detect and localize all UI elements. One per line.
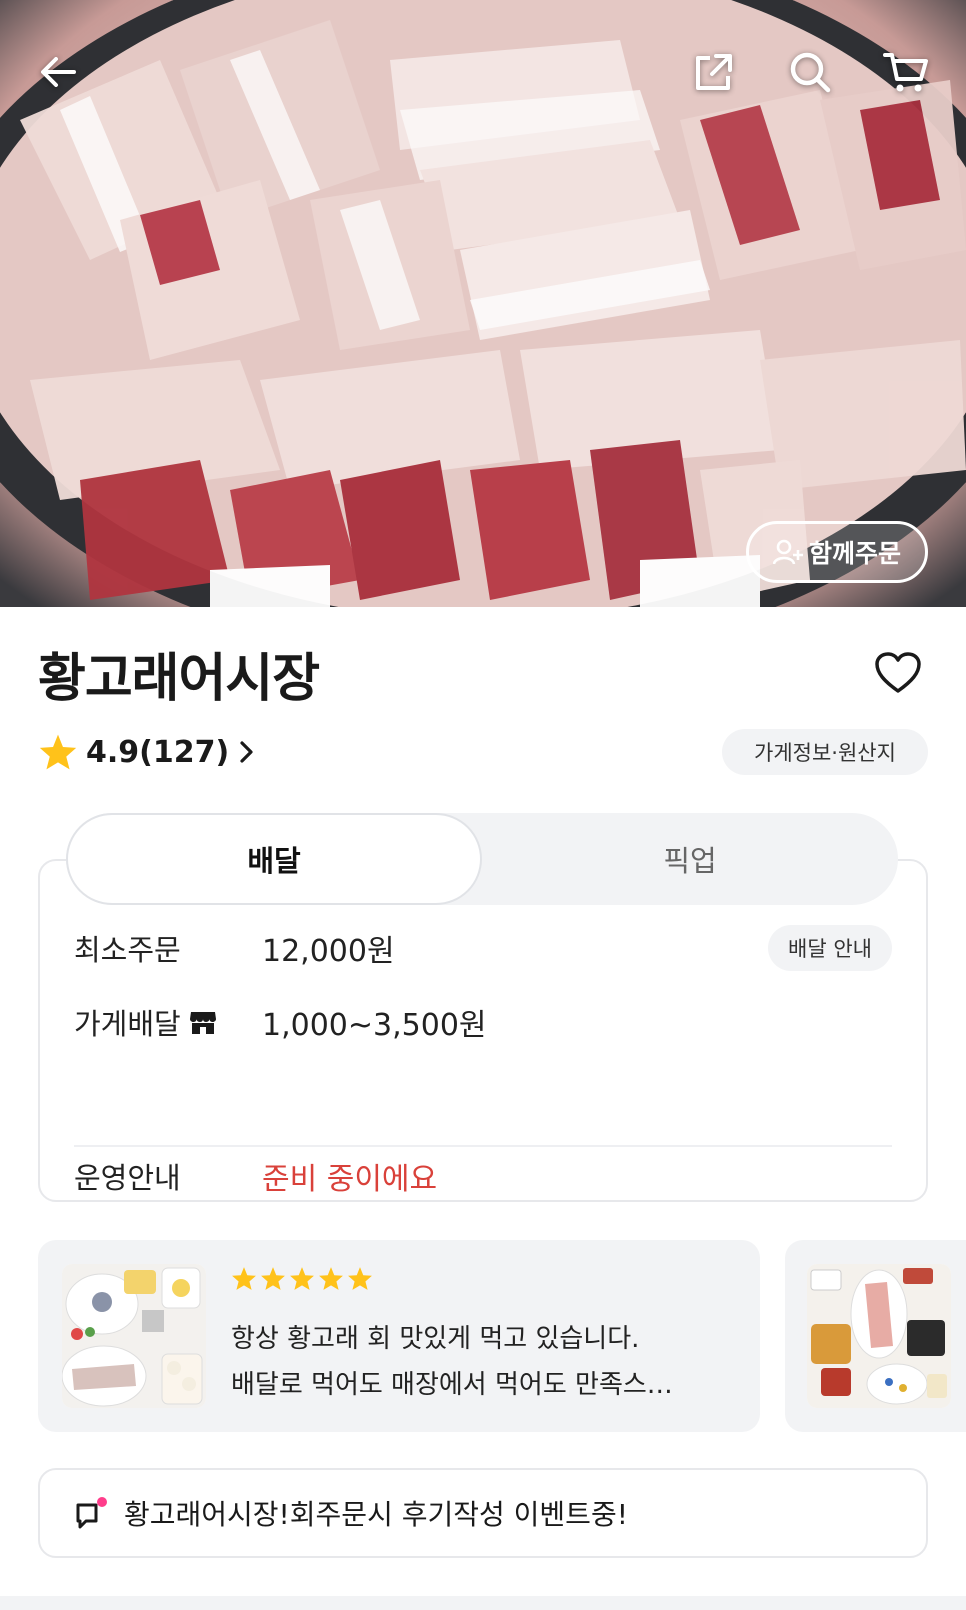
star-icon bbox=[39, 734, 77, 770]
search-icon bbox=[790, 52, 831, 93]
rating-link[interactable]: 4.9(127) bbox=[38, 728, 257, 776]
favorite-button[interactable] bbox=[870, 645, 926, 701]
review-text: 항상 황고래 회 맛있게 먹고 있습니다. 배달로 먹어도 매장에서 먹어도 만… bbox=[231, 1316, 731, 1408]
star-icon bbox=[319, 1267, 343, 1290]
review-photo bbox=[807, 1264, 951, 1408]
delivery-fee-label: 가게배달 bbox=[74, 1007, 181, 1041]
store-name: 황고래어시장 bbox=[38, 649, 320, 709]
min-order-label: 최소주문 bbox=[74, 933, 181, 967]
search-button[interactable] bbox=[782, 44, 838, 100]
operation-row: 운영안내 준비 중이에요 bbox=[74, 1151, 892, 1201]
review-line-2: 배달로 먹어도 매장에서 먹어도 만족스… bbox=[231, 1370, 673, 1400]
share-button[interactable] bbox=[686, 44, 742, 100]
delivery-fee-value: 1,000~3,500원 bbox=[262, 1008, 487, 1043]
store-page: 함께주문 황고래어시장 4.9(127) 가게정보·원산지 최소주문 12,00… bbox=[0, 0, 966, 1610]
hero-image: 함께주문 bbox=[0, 0, 966, 607]
group-order-button[interactable]: 함께주문 bbox=[746, 521, 928, 583]
back-arrow-icon bbox=[41, 57, 76, 87]
delivery-info-card: 최소주문 12,000원 배달 안내 가게배달 1,000~3,500원 운영안… bbox=[38, 859, 928, 1202]
star-icon bbox=[232, 1267, 256, 1290]
review-card-next[interactable] bbox=[785, 1240, 966, 1432]
order-type-tabs: 배달 픽업 bbox=[66, 813, 898, 905]
chevron-right-icon bbox=[240, 741, 253, 763]
star-icon bbox=[261, 1267, 285, 1290]
cart-button[interactable] bbox=[878, 44, 934, 100]
rating-value: 4.9(127) bbox=[86, 734, 230, 770]
review-photo bbox=[62, 1264, 206, 1408]
tab-pickup[interactable]: 픽업 bbox=[482, 813, 898, 905]
delivery-guide-button[interactable]: 배달 안내 bbox=[768, 925, 892, 971]
section-separator bbox=[0, 1596, 966, 1610]
delivery-fee-label-wrap: 가게배달 bbox=[74, 1001, 262, 1043]
megaphone-icon bbox=[76, 1497, 107, 1529]
heart-icon bbox=[875, 652, 921, 693]
add-person-icon bbox=[772, 539, 803, 565]
operation-label: 운영안내 bbox=[74, 1161, 181, 1195]
card-divider bbox=[74, 1145, 892, 1147]
min-order-row: 최소주문 12,000원 배달 안내 bbox=[74, 923, 892, 973]
review-stars bbox=[231, 1266, 373, 1291]
tab-delivery[interactable]: 배달 bbox=[66, 813, 482, 905]
cart-icon bbox=[883, 53, 928, 92]
star-icon bbox=[290, 1267, 314, 1290]
back-button[interactable] bbox=[30, 44, 86, 100]
min-order-value: 12,000원 bbox=[262, 934, 395, 969]
store-info-button[interactable]: 가게정보·원산지 bbox=[722, 729, 928, 775]
notice-banner[interactable]: 황고래어시장!회주문시 후기작성 이벤트중! bbox=[38, 1468, 928, 1558]
review-card[interactable]: 항상 황고래 회 맛있게 먹고 있습니다. 배달로 먹어도 매장에서 먹어도 만… bbox=[38, 1240, 760, 1432]
star-icon bbox=[348, 1267, 372, 1290]
notice-text: 황고래어시장!회주문시 후기작성 이벤트중! bbox=[124, 1498, 628, 1531]
group-order-label: 함께주문 bbox=[808, 539, 901, 568]
store-icon bbox=[189, 1012, 216, 1034]
delivery-fee-row: 가게배달 1,000~3,500원 bbox=[74, 997, 892, 1047]
operation-status: 준비 중이에요 bbox=[262, 1162, 438, 1197]
review-line-1: 항상 황고래 회 맛있게 먹고 있습니다. bbox=[231, 1324, 640, 1354]
share-icon bbox=[696, 54, 732, 90]
